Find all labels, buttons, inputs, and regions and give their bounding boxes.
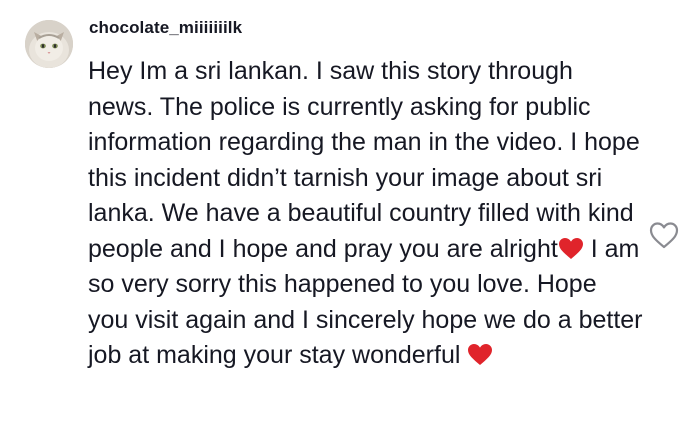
- like-button[interactable]: [648, 220, 680, 250]
- cat-avatar-image: [25, 20, 73, 68]
- red-heart-icon: [468, 344, 493, 365]
- comment-text-part1: Hey Im a sri lankan. I saw this story th…: [88, 57, 640, 263]
- avatar[interactable]: [25, 20, 73, 68]
- comment-text: Hey Im a sri lankan. I saw this story th…: [88, 54, 643, 374]
- comment-username[interactable]: chocolate_miiiiiiilk: [89, 18, 242, 38]
- red-heart-icon: [558, 237, 583, 259]
- comment-item: chocolate_miiiiiiilk Hey Im a sri lankan…: [0, 0, 700, 436]
- heart-outline-icon: [649, 222, 679, 249]
